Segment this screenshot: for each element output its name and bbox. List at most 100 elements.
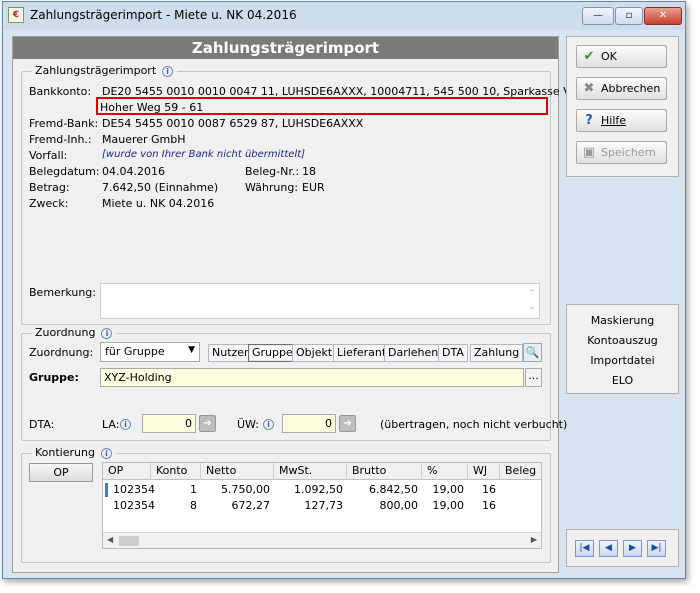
ok-button-label: OK [601,50,617,63]
tab-nutzer[interactable]: Nutzer [208,344,253,362]
column-header-beleg[interactable]: Beleg [500,463,541,480]
title-bar: € Zahlungsträgerimport - Miete u. NK 04.… [3,2,685,30]
remark-scrollbar[interactable]: ⌃ ⌄ [526,286,538,314]
cross-icon: ✖ [583,81,595,96]
zuordnung-select-value: für Gruppe [105,345,165,358]
waehrung-value: EUR [302,181,325,194]
link-maskierung[interactable]: Maskierung [567,314,678,327]
bemerkung-field[interactable]: ⌃ ⌄ [100,283,540,319]
tab-objekt[interactable]: Objekt [292,344,337,362]
info-icon[interactable]: i [101,328,113,339]
belegdatum-value: 04.04.2016 [102,165,165,178]
info-icon[interactable]: i [263,419,274,430]
cell-netto: 672,27 [231,499,271,512]
scroll-right-icon[interactable]: ▶ [531,535,537,544]
cell-percent: 19,00 [432,499,465,512]
cell-brutto: 800,00 [379,499,419,512]
row-selection-marker [105,483,108,497]
column-header-mwst[interactable]: MwSt. [274,463,347,480]
cell-wj: 16 [482,483,496,496]
dta-status-text: (übertragen, noch nicht verbucht) [380,418,568,431]
prev-icon: ◀ [605,543,612,553]
la-arrow-button[interactable]: ➔ [199,415,216,432]
beleg-nr-label: Beleg-Nr.: [245,165,300,178]
ok-button[interactable]: ✔ OK [576,45,667,68]
speichern-button[interactable]: ▣ Speichern [576,141,667,164]
cell-op: 102354 [113,483,155,496]
kontierung-table: OP Konto Netto MwSt. Brutto % WJ Beleg 1… [102,462,542,549]
cell-op: 102354 [113,499,155,512]
tab-zahlung[interactable]: Zahlung [470,344,524,362]
link-importdatei[interactable]: Importdatei [567,354,678,367]
zweck-label: Zweck: [29,197,69,210]
info-icon[interactable]: i [162,66,174,77]
record-navigation: |◀ ◀ ▶ ▶| [566,529,679,567]
hilfe-button[interactable]: ? Hilfe [576,109,667,132]
main-panel: Zahlungsträgerimport Zahlungsträgerimpor… [12,36,588,573]
scroll-left-icon[interactable]: ◀ [107,535,113,544]
check-icon: ✔ [583,49,595,64]
column-header-percent[interactable]: % [422,463,468,480]
vorfall-value: [wurde von Ihrer Bank nicht übermittelt] [102,149,306,160]
search-button[interactable]: 🔍 [523,343,542,362]
first-record-button[interactable]: |◀ [575,540,594,557]
cell-mwst: 1.092,50 [294,483,343,496]
cell-percent: 19,00 [432,483,465,496]
tab-dta[interactable]: DTA [438,344,468,362]
prev-record-button[interactable]: ◀ [599,540,618,557]
app-icon: € [8,7,24,23]
links-panel: Maskierung Kontoauszug Importdatei ELO [566,304,679,394]
window-title: Zahlungsträgerimport - Miete u. NK 04.20… [30,8,297,22]
gruppe-field[interactable]: XYZ-Holding [100,368,524,387]
column-header-wj[interactable]: WJ [468,463,500,480]
fremd-bank-label: Fremd-Bank: [29,117,99,130]
abbrechen-button[interactable]: ✖ Abbrechen [576,77,667,100]
bemerkung-label: Bemerkung: [29,286,96,299]
fremd-inh-label: Fremd-Inh.: [29,133,92,146]
import-group-label: Zahlungsträgerimport [35,64,157,77]
next-record-button[interactable]: ▶ [623,540,642,557]
info-icon[interactable]: i [120,419,131,430]
column-header-brutto[interactable]: Brutto [347,463,422,480]
abbrechen-button-label: Abbrechen [601,82,661,95]
speichern-button-label: Speichern [601,146,656,159]
cell-wj: 16 [482,499,496,512]
fremd-bank-value: DE54 5455 0010 0087 6529 87, LUHSDE6AXXX [102,117,364,130]
op-button[interactable]: OP [29,463,93,482]
betrag-value: 7.642,50 (Einnahme) [102,181,219,194]
panel-title: Zahlungsträgerimport [13,37,558,59]
zuordnung-select[interactable]: für Gruppe ▼ [100,342,200,362]
uew-arrow-button[interactable]: ➔ [339,415,356,432]
zuordnung-group-title: Zuordnung i [32,326,117,339]
table-header: OP Konto Netto MwSt. Brutto % WJ Beleg [103,463,541,480]
tab-gruppe[interactable]: Gruppe [248,344,297,362]
column-header-netto[interactable]: Netto [201,463,274,480]
last-record-button[interactable]: ▶| [647,540,666,557]
maximize-button[interactable]: ▫ [615,7,643,25]
uew-field[interactable]: 0 [282,414,336,433]
import-group-title: Zahlungsträgerimport i [32,64,178,77]
waehrung-label: Währung: [245,181,299,194]
zuordnung-label: Zuordnung: [29,346,94,359]
scroll-thumb[interactable] [119,536,139,546]
tab-darlehen[interactable]: Darlehen [384,344,443,362]
close-button[interactable]: ✕ [644,7,682,25]
la-field[interactable]: 0 [142,414,196,433]
info-icon[interactable]: i [100,448,112,459]
betrag-label: Betrag: [29,181,70,194]
column-header-op[interactable]: OP [103,463,151,480]
minimize-button[interactable]: — [582,7,614,25]
vorfall-label: Vorfall: [29,149,68,162]
column-header-konto[interactable]: Konto [151,463,201,480]
link-kontoauszug[interactable]: Kontoauszug [567,334,678,347]
search-icon: 🔍 [525,346,540,359]
horizontal-scrollbar[interactable]: ◀ ▶ [103,532,541,548]
gruppe-browse-button[interactable]: ... [525,368,542,387]
link-elo[interactable]: ELO [567,374,678,387]
dta-label: DTA: [29,418,55,431]
cell-konto: 1 [190,483,197,496]
action-panel: ✔ OK ✖ Abbrechen ? Hilfe ▣ Speichern [566,36,679,177]
belegdatum-label: Belegdatum: [29,165,100,178]
highlight-box [96,97,548,115]
tab-lieferant[interactable]: Lieferant [333,344,391,362]
